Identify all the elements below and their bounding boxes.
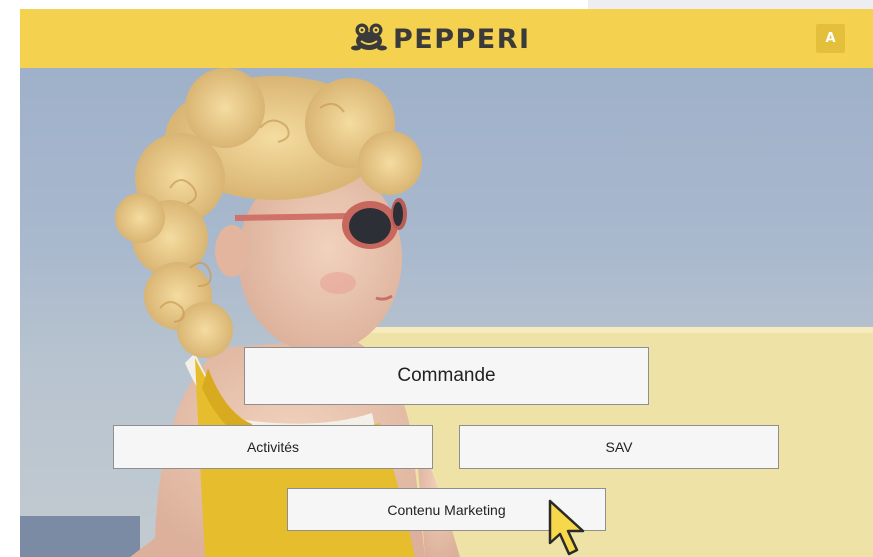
header-bar: PEPPERI A: [20, 9, 873, 68]
frog-icon: [351, 22, 387, 57]
brand-name: PEPPERI: [393, 23, 531, 55]
browser-top-strip-gray: [588, 0, 873, 9]
hero-image: Commande Activités SAV Contenu Marketing: [20, 68, 873, 557]
app-window: PEPPERI A Commande Activités SAV Contenu…: [20, 9, 873, 557]
user-account-button[interactable]: A: [816, 24, 845, 53]
activites-button[interactable]: Activités: [113, 425, 433, 469]
child-with-sunglasses-photo: [20, 68, 873, 557]
user-initial: A: [825, 31, 836, 46]
commande-button[interactable]: Commande: [244, 347, 649, 405]
brand-logo[interactable]: PEPPERI: [351, 23, 531, 55]
browser-top-strip: [0, 0, 873, 9]
sav-button[interactable]: SAV: [459, 425, 779, 469]
